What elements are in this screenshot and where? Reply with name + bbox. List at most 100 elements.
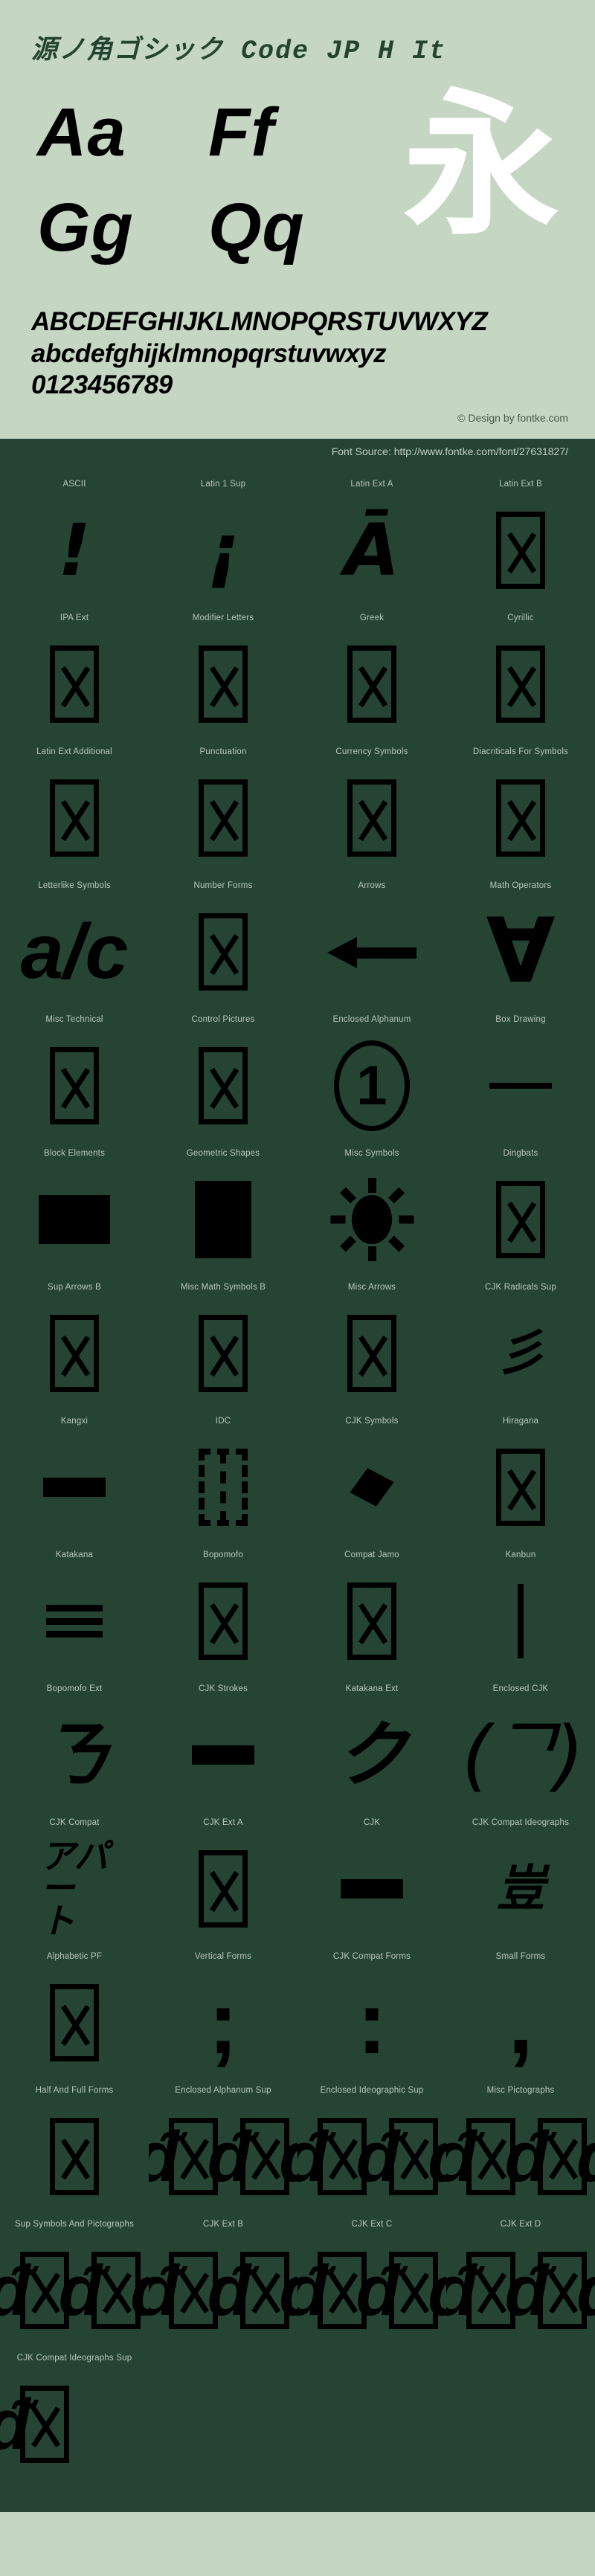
block-glyph: [149, 1163, 298, 1276]
unicode-block-cell[interactable]: Block Elements: [0, 1144, 149, 1278]
overflow-glyph-cluster: ᵭᵭᵭ: [0, 2234, 149, 2347]
unicode-block-cell[interactable]: Modifier Letters: [149, 608, 298, 742]
tofu-box-icon: [199, 913, 248, 991]
unicode-block-cell[interactable]: Latin Ext A Ā: [298, 474, 446, 608]
unicode-block-label: Control Pictures: [191, 1015, 255, 1025]
unicode-block-label: Misc Arrows: [347, 1283, 396, 1292]
block-glyph: [298, 1297, 446, 1410]
unicode-block-cell[interactable]: CJK Compat アパート: [0, 1813, 149, 1947]
block-row: IPA Ext Modifier Letters Greek Cyrillic: [0, 608, 595, 742]
unicode-block-label: Box Drawing: [495, 1015, 546, 1025]
unicode-block-cell[interactable]: Misc Symbols: [298, 1144, 446, 1278]
unicode-block-cell[interactable]: Enclosed Alphanum 1: [298, 1010, 446, 1144]
unicode-block-label: Cyrillic: [507, 614, 534, 623]
unicode-block-cell[interactable]: CJK Ext A: [149, 1813, 298, 1947]
unicode-block-cell[interactable]: CJK Radicals Sup 彡: [446, 1278, 595, 1411]
unicode-block-cell[interactable]: CJK Ext B ᵭᵭᵭ: [149, 2215, 298, 2348]
unicode-block-cell[interactable]: Greek: [298, 608, 446, 742]
unicode-block-label: CJK Ext A: [203, 1818, 243, 1828]
overflow-glyph-cluster: ᵭᵭᵭ: [149, 2234, 298, 2347]
unicode-block-cell[interactable]: Misc Math Symbols B: [149, 1278, 298, 1411]
unicode-block-label: Katakana: [55, 1551, 94, 1560]
unicode-block-cell[interactable]: Alphabetic PF: [0, 1947, 149, 2081]
circled-number-glyph: 1: [334, 1040, 410, 1132]
block-glyph: [298, 895, 446, 1008]
unicode-block-cell[interactable]: Control Pictures: [149, 1010, 298, 1144]
horizontal-stroke-glyph: [192, 1745, 254, 1765]
unicode-block-label: Letterlike Symbols: [38, 881, 111, 891]
sun-ray: [340, 1235, 356, 1252]
unicode-block-cell[interactable]: Compat Jamo: [298, 1545, 446, 1679]
unicode-block-label: CJK Strokes: [198, 1684, 248, 1694]
unicode-block-cell[interactable]: Kangxi: [0, 1411, 149, 1545]
block-glyph: [0, 1431, 149, 1544]
unicode-block-cell[interactable]: Katakana: [0, 1545, 149, 1679]
block-glyph: [149, 1565, 298, 1678]
unicode-block-cell[interactable]: Currency Symbols: [298, 742, 446, 876]
block-glyph: [149, 895, 298, 1008]
block-row: Latin Ext Additional Punctuation Currency …: [0, 742, 595, 876]
unicode-block-label: Latin Ext A: [350, 480, 393, 489]
unicode-block-cell[interactable]: Misc Technical: [0, 1010, 149, 1144]
unicode-block-cell[interactable]: IDC: [149, 1411, 298, 1545]
unicode-block-cell[interactable]: Katakana Ext ク: [298, 1679, 446, 1813]
unicode-block-cell[interactable]: Punctuation: [149, 742, 298, 876]
unicode-block-cell[interactable]: Math Operators ∀: [446, 876, 595, 1010]
unicode-block-cell[interactable]: CJK Compat Ideographs Sup ᵭ: [0, 2348, 149, 2482]
sample-row: Aa Ff: [37, 85, 379, 180]
unicode-block-cell[interactable]: Enclosed CJK (ᄀ): [446, 1679, 595, 1813]
unicode-block-cell[interactable]: Dingbats: [446, 1144, 595, 1278]
unicode-block-cell[interactable]: CJK Compat Ideographs 豈: [446, 1813, 595, 1947]
unicode-block-cell[interactable]: Diacriticals For Symbols: [446, 742, 595, 876]
unicode-block-cell[interactable]: CJK Strokes: [149, 1679, 298, 1813]
unicode-block-cell[interactable]: CJK Symbols: [298, 1411, 446, 1545]
font-source-link[interactable]: Font Source: http://www.fontke.com/font/…: [0, 439, 595, 465]
unicode-block-cell[interactable]: CJK Ext D ᵭᵭᵭ: [446, 2215, 595, 2348]
unicode-block-cell[interactable]: Letterlike Symbols a/c: [0, 876, 149, 1010]
tofu-box-icon: [168, 2252, 218, 2330]
unicode-block-cell[interactable]: Cyrillic: [446, 608, 595, 742]
unicode-block-label: Bopomofo Ext: [46, 1684, 103, 1694]
unicode-block-cell[interactable]: CJK Ext C ᵭᵭᵭ: [298, 2215, 446, 2348]
unicode-block-cell[interactable]: Kanbun: [446, 1545, 595, 1679]
unicode-block-label: Katakana Ext: [345, 1684, 399, 1694]
alphabet-digits: 0123456789: [31, 370, 173, 400]
block-glyph: アパート: [0, 1832, 149, 1945]
tofu-box-icon: [199, 645, 248, 724]
block-row: Block Elements Geometric Shapes Misc Symbo…: [0, 1144, 595, 1278]
unicode-block-cell[interactable]: Enclosed Ideographic Sup ᵭᵭᵭ: [298, 2081, 446, 2215]
unicode-block-label: Misc Math Symbols B: [180, 1283, 266, 1292]
unicode-block-cell[interactable]: Sup Arrows B: [0, 1278, 149, 1411]
unicode-block-cell[interactable]: Box Drawing: [446, 1010, 595, 1144]
unicode-block-cell[interactable]: IPA Ext: [0, 608, 149, 742]
unicode-block-cell[interactable]: Arrows: [298, 876, 446, 1010]
page-title: 源ノ角ゴシック Code JP H It: [31, 36, 447, 66]
unicode-block-cell[interactable]: Latin 1 Sup ¡: [149, 474, 298, 608]
unicode-block-cell[interactable]: Geometric Shapes: [149, 1144, 298, 1278]
unicode-block-cell[interactable]: Half And Full Forms: [0, 2081, 149, 2215]
unicode-block-cell[interactable]: CJK: [298, 1813, 446, 1947]
tofu-box-icon: [19, 2386, 69, 2464]
block-element-glyph: [39, 1195, 110, 1245]
unicode-block-cell[interactable]: ASCII!: [0, 474, 149, 608]
block-glyph: [149, 1431, 298, 1544]
unicode-block-cell[interactable]: Bopomofo Ext ㄋ: [0, 1679, 149, 1813]
unicode-block-cell[interactable]: Number Forms: [149, 876, 298, 1010]
block-glyph: 彡: [496, 1324, 545, 1382]
overflow-glyph-cluster: ᵭ: [0, 2368, 69, 2481]
unicode-block-cell[interactable]: Sup Symbols And Pictographs ᵭᵭᵭ: [0, 2215, 149, 2348]
unicode-block-label: Modifier Letters: [192, 614, 254, 623]
unicode-block-cell[interactable]: Vertical Forms;: [149, 1947, 298, 2081]
unicode-block-cell[interactable]: Bopomofo: [149, 1545, 298, 1679]
unicode-block-cell[interactable]: Misc Arrows: [298, 1278, 446, 1411]
unicode-block-cell[interactable]: Hiragana: [446, 1411, 595, 1545]
block-glyph: [298, 1832, 446, 1945]
unicode-block-cell[interactable]: Small Forms,: [446, 1947, 595, 2081]
unicode-block-cell[interactable]: Latin Ext B: [446, 474, 595, 608]
unicode-block-cell[interactable]: CJK Compat Forms:: [298, 1947, 446, 2081]
unicode-block-label: CJK Compat Ideographs Sup: [16, 2354, 132, 2363]
tofu-box-icon: [466, 2252, 515, 2330]
unicode-block-cell[interactable]: Misc Pictographs ᵭᵭᵭ: [446, 2081, 595, 2215]
unicode-block-cell[interactable]: Latin Ext Additional: [0, 742, 149, 876]
unicode-block-cell[interactable]: Enclosed Alphanum Sup ᵭᵭᵭ: [149, 2081, 298, 2215]
